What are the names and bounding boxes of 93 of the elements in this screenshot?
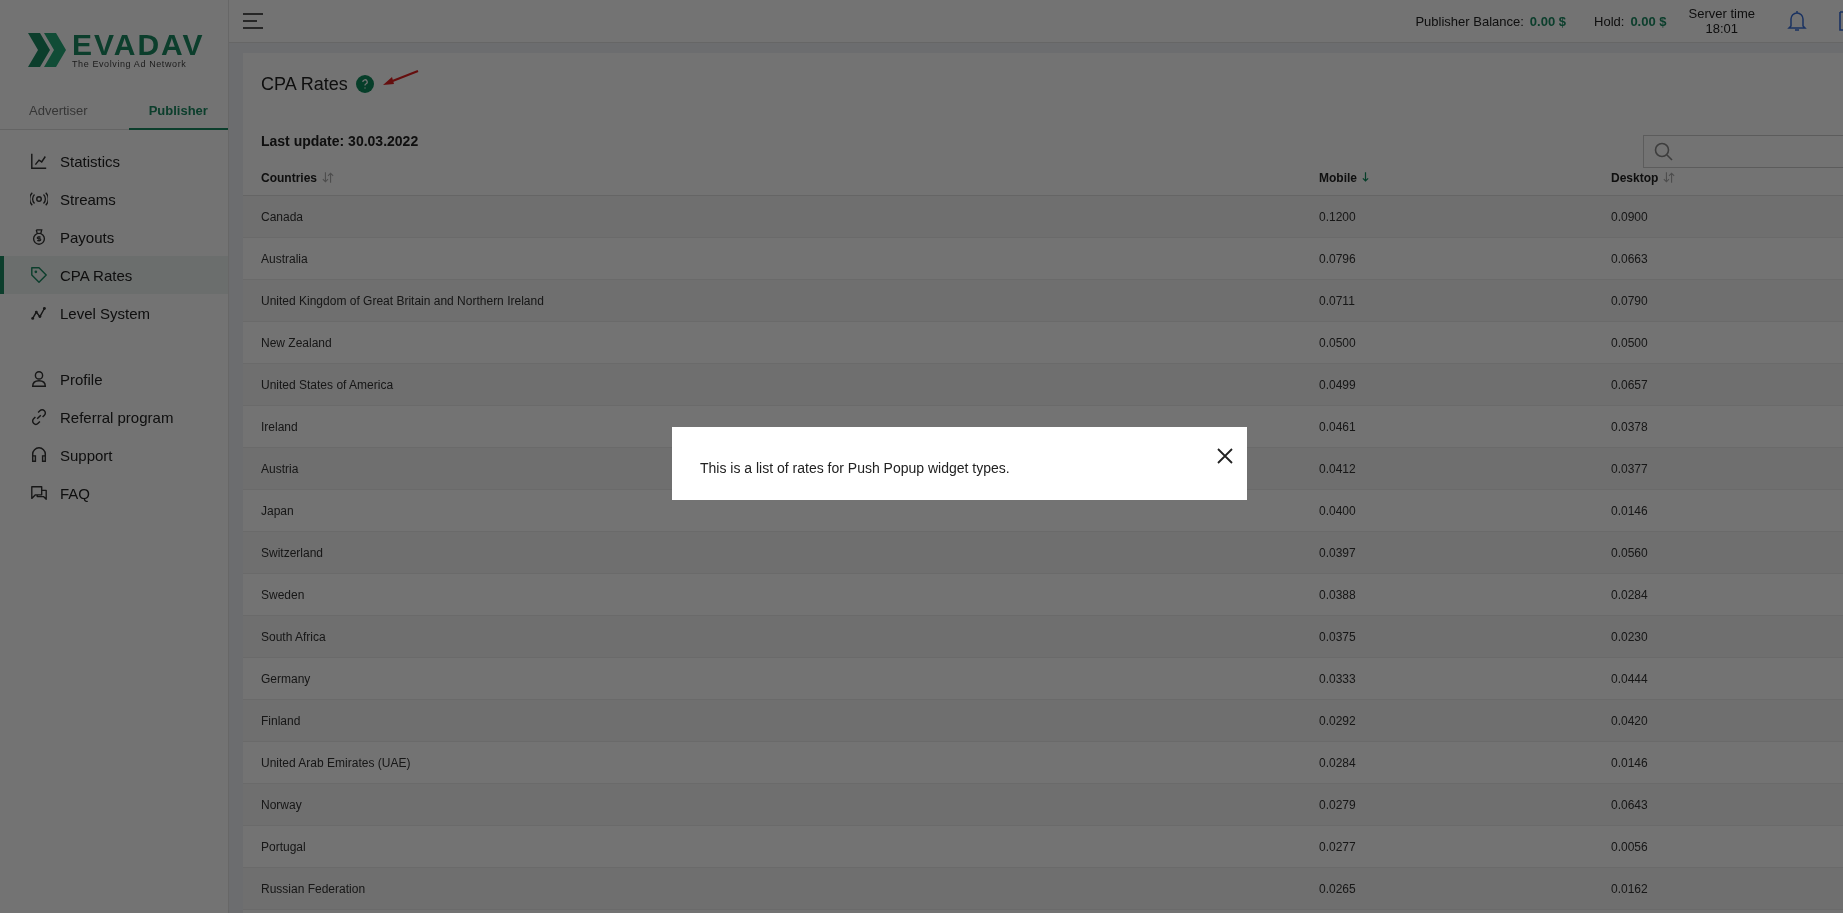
- table-cell: 0.0162: [1611, 881, 1648, 896]
- sidebar-item[interactable]: Referral program: [0, 398, 228, 436]
- table-cell: 0.0400: [1319, 503, 1356, 518]
- help-icon[interactable]: [355, 75, 374, 93]
- table-cell: 0.0444: [1611, 671, 1648, 686]
- user-icon: [30, 370, 48, 388]
- headset-icon: [30, 446, 48, 464]
- table-cell: 0.0056: [1611, 839, 1648, 854]
- server-time: 18:01: [1705, 21, 1739, 36]
- search-icon: [1654, 141, 1674, 162]
- account-tab[interactable]: Publisher: [128, 93, 228, 130]
- table-cell: 0.0292: [1319, 713, 1356, 728]
- account-tab[interactable]: Advertiser: [0, 93, 129, 130]
- table-cell: Austria: [261, 461, 299, 476]
- table-cell: United States of America: [261, 377, 394, 392]
- table-cell: 0.0643: [1611, 797, 1648, 812]
- table-cell: Germany: [261, 671, 311, 686]
- table-cell: 0.0499: [1319, 377, 1356, 392]
- sidebar-item[interactable]: Level System: [0, 294, 228, 332]
- table-cell: 0.0284: [1611, 587, 1648, 602]
- server-time-label: Server time: [1688, 6, 1755, 21]
- table-cell: 0.0230: [1611, 629, 1648, 644]
- table-cell: 0.0796: [1319, 251, 1356, 266]
- table-cell: 0.0711: [1319, 293, 1355, 308]
- column-header[interactable]: Mobile: [1319, 170, 1611, 185]
- tag-icon: [30, 266, 48, 284]
- table-cell: Ireland: [261, 419, 298, 434]
- broadcast-icon: [30, 190, 48, 208]
- table-cell: United Kingdom of Great Britain and Northern Ireland: [261, 293, 544, 308]
- table-cell: 0.0790: [1611, 293, 1648, 308]
- logo-tagline: The Evolving Ad Network: [72, 59, 188, 69]
- menu-icon[interactable]: [243, 13, 263, 29]
- table-cell: 0.0412: [1319, 461, 1356, 476]
- hold-label: Hold:: [1594, 13, 1625, 29]
- table-cell: Canada: [261, 209, 304, 224]
- balance-label: Publisher Balance:: [1415, 13, 1524, 29]
- table-cell: 0.0377: [1611, 461, 1648, 476]
- table-cell: 0.0461: [1319, 419, 1356, 434]
- column-header[interactable]: Countries: [243, 170, 1319, 185]
- table-cell: 0.0279: [1319, 797, 1356, 812]
- table-cell: 0.0378: [1611, 419, 1648, 434]
- line-chart-icon: [30, 152, 48, 170]
- hold-value: 0.00 $: [1630, 13, 1667, 29]
- table-cell: 0.0663: [1611, 251, 1648, 266]
- sidebar-item[interactable]: Payouts: [0, 218, 228, 256]
- close-button[interactable]: [1217, 447, 1233, 464]
- table-cell: 0.0277: [1319, 839, 1356, 854]
- dialog-message: This is a list of rates for Push Popup widget types.: [700, 459, 1010, 476]
- balance-value: 0.00 $: [1529, 13, 1566, 29]
- table-cell: 0.0500: [1319, 335, 1356, 350]
- table-cell: Sweden: [261, 587, 305, 602]
- sidebar-item[interactable]: CPA Rates: [0, 256, 228, 294]
- table-cell: South Africa: [261, 629, 326, 644]
- table-cell: Portugal: [261, 839, 306, 854]
- table-cell: 0.0388: [1319, 587, 1356, 602]
- table-cell: Japan: [261, 503, 294, 518]
- logo-name: EVADAV: [72, 31, 205, 59]
- table-cell: United Arab Emirates (UAE): [261, 755, 411, 770]
- table-cell: 0.0500: [1611, 335, 1648, 350]
- bell-icon[interactable]: [1787, 10, 1807, 32]
- sidebar-item[interactable]: Support: [0, 436, 228, 474]
- table-cell: Russian Federation: [261, 881, 366, 896]
- table-cell: 0.0284: [1319, 755, 1356, 770]
- line-graph-icon: [30, 304, 48, 322]
- table-cell: Australia: [261, 251, 308, 266]
- search-field[interactable]: [1643, 135, 1843, 168]
- table-cell: 0.0146: [1611, 755, 1648, 770]
- table-cell: 0.0657: [1611, 377, 1648, 392]
- table-cell: 0.0560: [1611, 545, 1648, 560]
- table-cell: 0.0397: [1319, 545, 1356, 560]
- sidebar-item[interactable]: FAQ: [0, 474, 228, 512]
- column-header[interactable]: Desktop: [1611, 170, 1843, 185]
- table-cell: 0.0375: [1319, 629, 1356, 644]
- table-cell: 0.0265: [1319, 881, 1356, 896]
- logo-chevrons-icon: [28, 33, 68, 67]
- link-icon: [30, 408, 48, 426]
- page-title: CPA Rates: [261, 73, 348, 95]
- table-cell: Finland: [261, 713, 301, 728]
- table-cell: New Zealand: [261, 335, 332, 350]
- table-cell: 0.0146: [1611, 503, 1648, 518]
- chat-bubbles-icon: [30, 484, 48, 502]
- table-cell: Switzerland: [261, 545, 324, 560]
- pointer-arrow: [381, 69, 420, 87]
- table-cell: 0.0420: [1611, 713, 1648, 728]
- last-update: Last update: 30.03.2022: [261, 132, 419, 149]
- money-bag-icon: [30, 228, 48, 246]
- sidebar-item[interactable]: Statistics: [0, 142, 228, 180]
- sidebar-item[interactable]: Profile: [0, 360, 228, 398]
- table-cell: 0.1200: [1319, 209, 1356, 224]
- table-cell: Norway: [261, 797, 302, 812]
- table-cell: 0.0333: [1319, 671, 1356, 686]
- sidebar-item[interactable]: Streams: [0, 180, 228, 218]
- table-cell: 0.0900: [1611, 209, 1648, 224]
